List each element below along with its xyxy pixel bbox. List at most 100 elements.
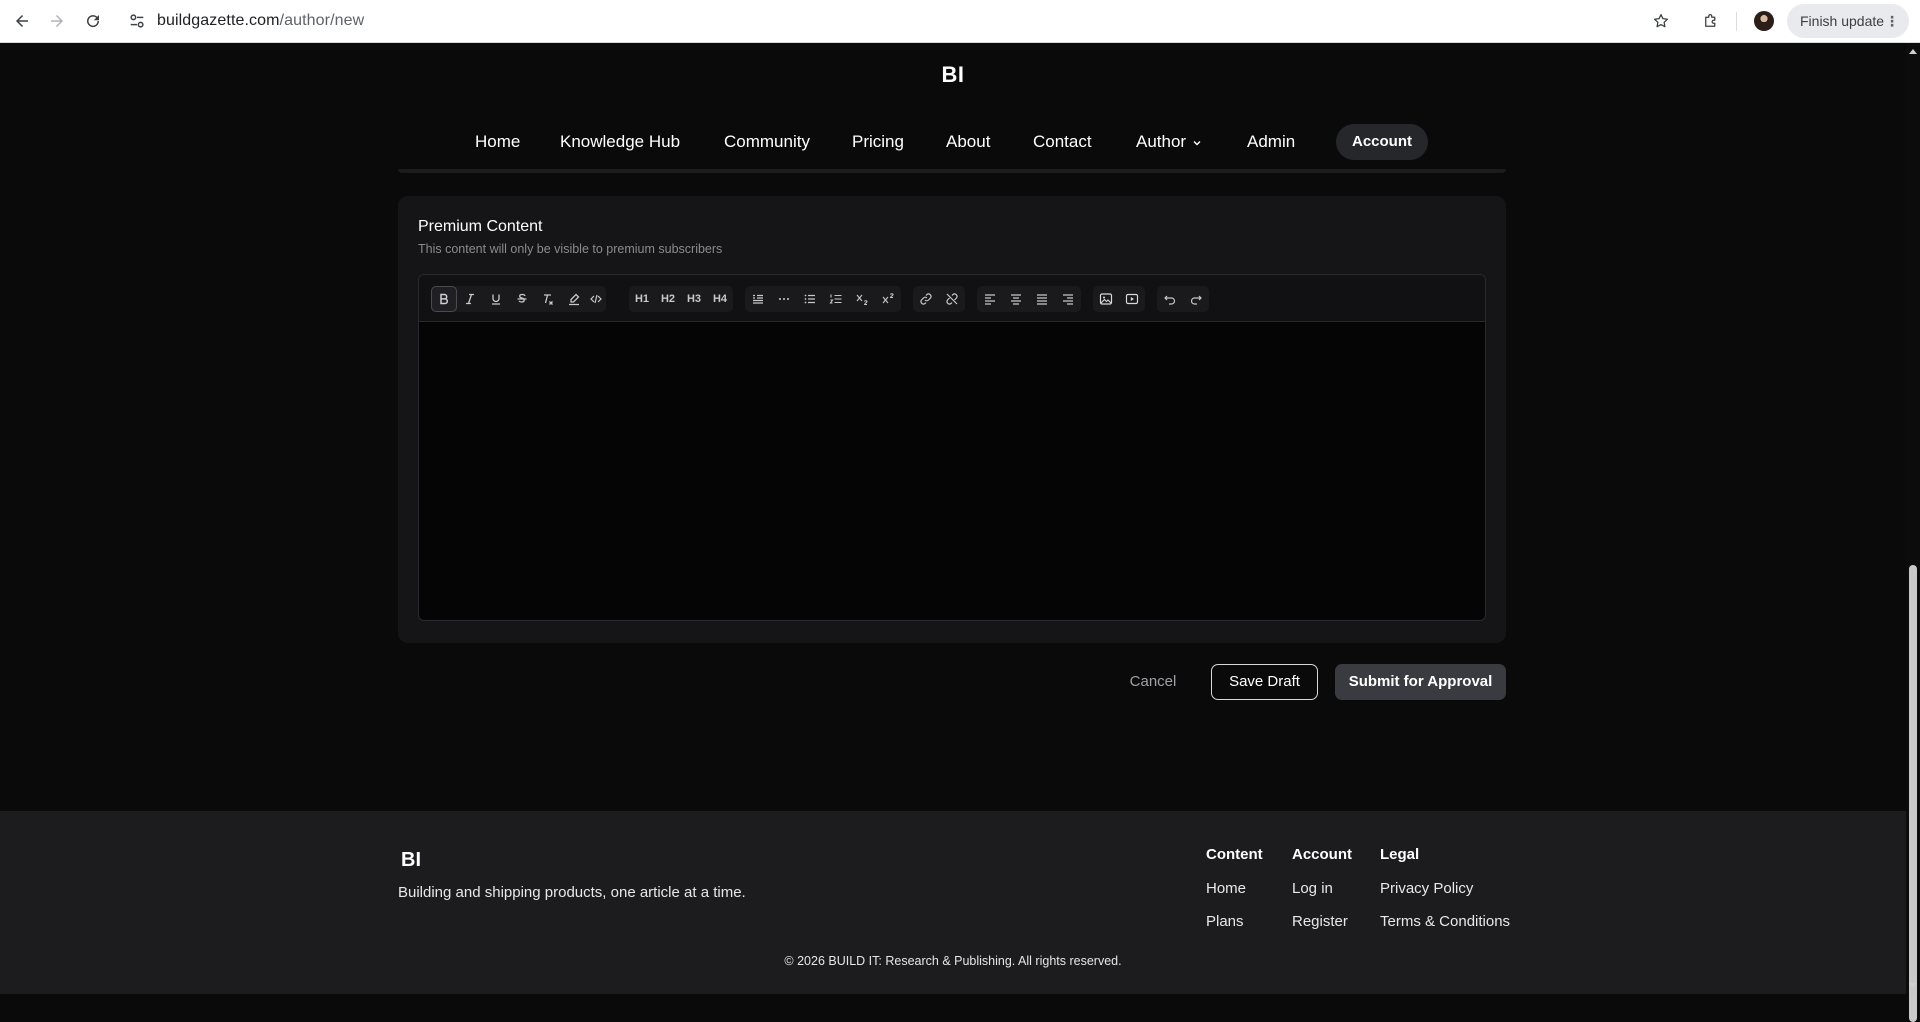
redo-icon [1190, 295, 1202, 305]
site-settings-icon[interactable] [127, 11, 147, 31]
footer-link-login[interactable]: Log in [1292, 880, 1333, 897]
superscript-icon [882, 293, 894, 304]
ordered-list-icon [829, 294, 842, 304]
nav-contact[interactable]: Contact [1033, 123, 1092, 161]
star-icon [1653, 13, 1669, 28]
footer-column-title-account: Account [1292, 846, 1352, 863]
footer-link-terms[interactable]: Terms & Conditions [1380, 913, 1510, 930]
footer-copyright: © 2026 BUILD IT: Research & Publishing. … [784, 954, 1122, 968]
link-button[interactable] [913, 286, 939, 312]
scroll-thumb[interactable] [1909, 565, 1917, 1022]
forward-button[interactable] [43, 7, 71, 35]
footer-link-register[interactable]: Register [1292, 913, 1348, 930]
nav-pricing[interactable]: Pricing [852, 123, 904, 161]
toolbar-group-blocks [745, 286, 901, 312]
align-justify-icon [1037, 294, 1047, 305]
premium-content-card: Premium Content This content will only b… [398, 196, 1506, 643]
premium-content-subtitle: This content will only be visible to pre… [418, 242, 723, 256]
main-nav: Home Knowledge Hub Community Pricing Abo… [0, 123, 1906, 161]
blockquote-button[interactable] [745, 286, 771, 312]
code-button[interactable] [583, 286, 609, 312]
premium-content-title: Premium Content [418, 218, 543, 235]
code-icon [590, 294, 602, 304]
scroll-up-arrow-icon[interactable] [1909, 49, 1917, 54]
bookmark-star-button[interactable] [1647, 7, 1675, 35]
ellipsis-icon [779, 298, 789, 300]
nav-knowledge-hub[interactable]: Knowledge Hub [560, 123, 680, 161]
unlink-button[interactable] [939, 286, 965, 312]
undo-icon [1164, 295, 1176, 305]
puzzle-icon [1705, 14, 1716, 27]
more-menu-icon: ⋮ [1885, 13, 1899, 29]
superscript-button[interactable] [875, 286, 901, 312]
subscript-icon [856, 294, 868, 306]
nav-author-dropdown[interactable]: Author [1136, 123, 1202, 161]
strikethrough-button[interactable] [509, 286, 535, 312]
nav-community[interactable]: Community [724, 123, 810, 161]
align-right-button[interactable] [1055, 286, 1081, 312]
align-right-icon [1063, 294, 1073, 305]
premium-content-editor-area[interactable] [419, 321, 1485, 620]
bold-button[interactable] [431, 286, 457, 312]
undo-button[interactable] [1157, 286, 1183, 312]
scroll-down-arrow-icon[interactable] [1909, 983, 1917, 988]
unlink-icon [946, 293, 958, 305]
footer-link-privacy-policy[interactable]: Privacy Policy [1380, 880, 1473, 897]
extensions-button[interactable] [1697, 7, 1725, 35]
account-button[interactable]: Account [1336, 124, 1428, 160]
clear-format-icon [544, 294, 553, 305]
strikethrough-icon [517, 293, 527, 303]
bullet-list-icon [804, 294, 815, 304]
site-logo[interactable]: BI [936, 62, 970, 88]
footer-logo[interactable]: BI [401, 847, 421, 873]
heading-4-button[interactable]: H4 [707, 286, 733, 312]
nav-home[interactable]: Home [475, 123, 520, 161]
insert-video-button[interactable] [1119, 286, 1145, 312]
finish-update-button[interactable]: Finish update ⋮ [1787, 4, 1909, 38]
toolbar-group-media [1093, 286, 1145, 312]
arrow-left-icon [16, 15, 28, 27]
align-left-button[interactable] [977, 286, 1003, 312]
nav-about[interactable]: About [946, 123, 990, 161]
align-justify-button[interactable] [1029, 286, 1055, 312]
submit-for-approval-button[interactable]: Submit for Approval [1335, 664, 1506, 700]
editor-toolbar: H1 H2 H3 H4 [419, 275, 1485, 322]
insert-image-button[interactable] [1093, 286, 1119, 312]
page-scrollbar[interactable] [1906, 43, 1920, 1022]
toolbar-group-formatting [431, 286, 606, 312]
nav-admin[interactable]: Admin [1247, 123, 1295, 161]
heading-2-button[interactable]: H2 [655, 286, 681, 312]
ordered-list-button[interactable] [823, 286, 849, 312]
italic-button[interactable] [457, 286, 483, 312]
bullet-list-button[interactable] [797, 286, 823, 312]
toolbar-group-alignment [977, 286, 1081, 312]
heading-1-button[interactable]: H1 [629, 286, 655, 312]
url-path: /author/new [279, 12, 365, 29]
heading-3-button[interactable]: H3 [681, 286, 707, 312]
browser-toolbar: buildgazette.com/author/new Finish updat… [0, 0, 1920, 43]
chevron-down-icon [1193, 140, 1201, 146]
horizontal-rule-button[interactable] [771, 286, 797, 312]
footer-column-title-content: Content [1206, 846, 1263, 863]
link-icon [920, 293, 932, 305]
footer-link-home[interactable]: Home [1206, 880, 1246, 897]
toolbar-group-links [913, 286, 965, 312]
toolbar-group-headings: H1 H2 H3 H4 [629, 286, 733, 312]
clear-format-button[interactable] [535, 286, 561, 312]
back-button[interactable] [8, 7, 36, 35]
reload-button[interactable] [79, 7, 107, 35]
address-bar[interactable]: buildgazette.com/author/new [157, 0, 364, 42]
save-draft-button[interactable]: Save Draft [1211, 664, 1318, 700]
profile-avatar[interactable] [1754, 11, 1774, 31]
image-icon [1099, 293, 1113, 305]
footer-link-plans[interactable]: Plans [1206, 913, 1244, 930]
align-center-button[interactable] [1003, 286, 1029, 312]
redo-button[interactable] [1183, 286, 1209, 312]
reload-icon [87, 15, 100, 28]
underline-icon [492, 294, 500, 305]
subscript-button[interactable] [849, 286, 875, 312]
footer-tagline: Building and shipping products, one arti… [398, 884, 746, 901]
underline-button[interactable] [483, 286, 509, 312]
toolbar-group-history [1157, 286, 1209, 312]
cancel-button[interactable]: Cancel [1113, 664, 1193, 700]
